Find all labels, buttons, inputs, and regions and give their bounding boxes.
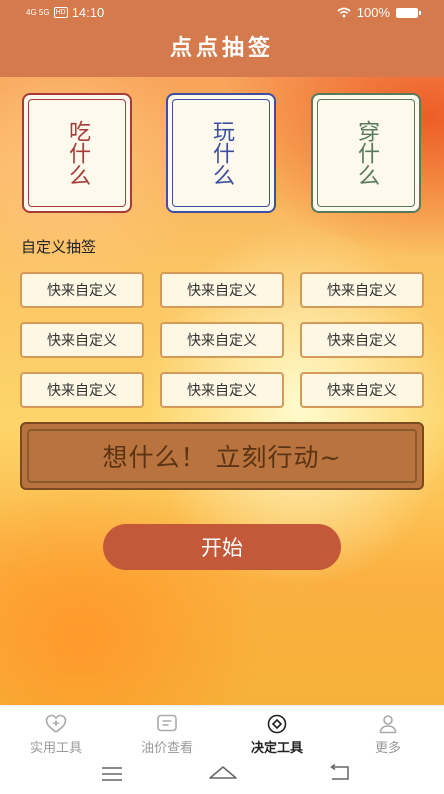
signal-icon: 4G 5G bbox=[26, 7, 50, 17]
wifi-icon bbox=[337, 7, 351, 18]
home-icon[interactable] bbox=[208, 764, 238, 782]
card-wear-label: 穿什么 bbox=[354, 120, 379, 186]
custom-button[interactable]: 快来自定义 bbox=[160, 272, 284, 308]
card-play-label: 玩什么 bbox=[209, 120, 234, 186]
custom-button[interactable]: 快来自定义 bbox=[20, 272, 144, 308]
nav-tab-oil-price-label: 油价查看 bbox=[140, 741, 193, 756]
nav-tab-more-label: 更多 bbox=[374, 741, 401, 756]
header: 4G 5G HD 14:10 100% 点点抽签 bbox=[0, 0, 444, 77]
battery-icon bbox=[396, 7, 421, 18]
screen: 4G 5G HD 14:10 100% 点点抽签 吃什么 玩什么 穿什么 自定义… bbox=[0, 0, 444, 794]
custom-button[interactable]: 快来自定义 bbox=[20, 322, 144, 358]
card-wear[interactable]: 穿什么 bbox=[311, 93, 421, 213]
person-icon bbox=[379, 715, 397, 734]
nav-tab-tools-label: 实用工具 bbox=[29, 741, 82, 756]
menu-icon[interactable] bbox=[100, 766, 124, 782]
nav-tab-oil-price[interactable]: 油价查看 bbox=[127, 714, 207, 756]
custom-button[interactable]: 快来自定义 bbox=[160, 322, 284, 358]
card-play[interactable]: 玩什么 bbox=[166, 93, 276, 213]
heart-plus-icon bbox=[45, 714, 67, 733]
result-banner-text: 想什么！ 立刻行动~ bbox=[27, 429, 417, 483]
status-time: 14:10 bbox=[71, 5, 105, 20]
card-eat-label: 吃什么 bbox=[65, 120, 90, 186]
status-bar: 4G 5G HD 14:10 100% bbox=[0, 0, 444, 26]
start-button[interactable]: 开始 bbox=[103, 524, 341, 570]
custom-button[interactable]: 快来自定义 bbox=[300, 322, 424, 358]
hd-badge: HD bbox=[53, 7, 68, 18]
result-banner: 想什么！ 立刻行动~ bbox=[20, 422, 424, 490]
chat-box-icon bbox=[157, 714, 177, 732]
eye-diamond-icon bbox=[267, 714, 287, 734]
custom-button[interactable]: 快来自定义 bbox=[300, 272, 424, 308]
nav-tab-tools[interactable]: 实用工具 bbox=[16, 714, 96, 756]
custom-button[interactable]: 快来自定义 bbox=[160, 372, 284, 408]
card-eat[interactable]: 吃什么 bbox=[22, 93, 132, 213]
nav-tab-decision-label: 决定工具 bbox=[250, 741, 303, 756]
nav-tab-decision[interactable]: 决定工具 bbox=[237, 714, 317, 756]
battery-percent: 100% bbox=[356, 5, 390, 20]
custom-section-label: 自定义抽签 bbox=[21, 238, 97, 256]
custom-button[interactable]: 快来自定义 bbox=[300, 372, 424, 408]
custom-button[interactable]: 快来自定义 bbox=[20, 372, 144, 408]
back-icon[interactable] bbox=[328, 764, 352, 782]
nav-tab-more[interactable]: 更多 bbox=[348, 714, 428, 756]
system-nav-bar bbox=[0, 756, 444, 794]
page-title: 点点抽签 bbox=[169, 36, 274, 61]
